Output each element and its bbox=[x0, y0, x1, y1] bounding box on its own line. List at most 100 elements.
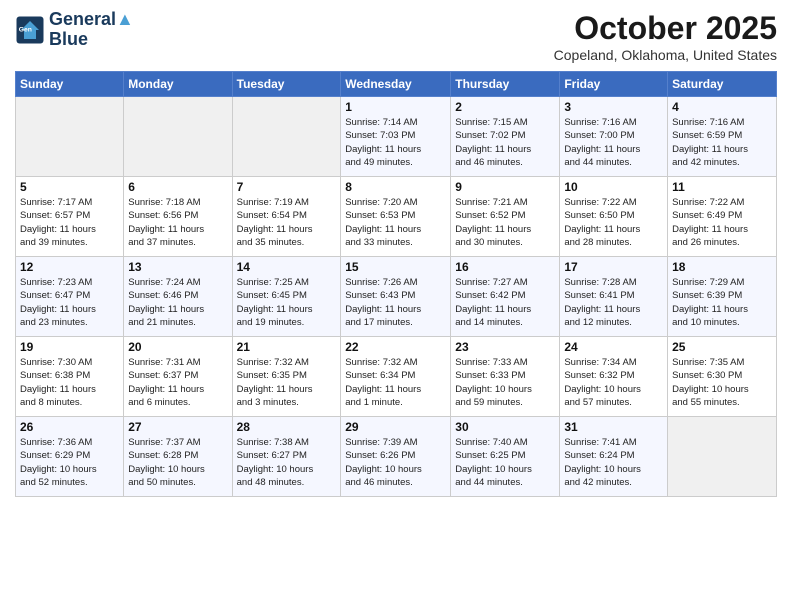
day-cell: 18Sunrise: 7:29 AM Sunset: 6:39 PM Dayli… bbox=[668, 257, 777, 337]
day-info: Sunrise: 7:18 AM Sunset: 6:56 PM Dayligh… bbox=[128, 196, 227, 249]
day-number: 31 bbox=[564, 420, 663, 434]
day-cell: 2 Sunrise: 7:15 AM Sunset: 7:02 PM Daylig… bbox=[451, 97, 560, 177]
day-info: Sunrise: 7:26 AM Sunset: 6:43 PM Dayligh… bbox=[345, 276, 446, 329]
day-cell: 13Sunrise: 7:24 AM Sunset: 6:46 PM Dayli… bbox=[124, 257, 232, 337]
calendar-table: Sunday Monday Tuesday Wednesday Thursday… bbox=[15, 71, 777, 497]
week-row-4: 19 Sunrise: 7:30 AM Sunset: 6:38 PM Dayli… bbox=[16, 337, 777, 417]
day-info: Sunrise: 7:31 AM Sunset: 6:37 PM Dayligh… bbox=[128, 356, 227, 409]
day-info: Sunrise: 7:40 AM Sunset: 6:25 PM Dayligh… bbox=[455, 436, 555, 489]
day-info: Sunrise: 7:30 AM Sunset: 6:38 PM Dayligh… bbox=[20, 356, 119, 409]
day-number: 4 bbox=[672, 100, 772, 114]
header-saturday: Saturday bbox=[668, 72, 777, 97]
day-number: 10 bbox=[564, 180, 663, 194]
day-cell bbox=[124, 97, 232, 177]
day-info: Sunrise: 7:41 AM Sunset: 6:24 PM Dayligh… bbox=[564, 436, 663, 489]
day-info: Sunrise: 7:23 AM Sunset: 6:47 PM Dayligh… bbox=[20, 276, 119, 329]
day-cell: 12 Sunrise: 7:23 AM Sunset: 6:47 PM Dayli… bbox=[16, 257, 124, 337]
day-info: Sunrise: 7:28 AM Sunset: 6:41 PM Dayligh… bbox=[564, 276, 663, 329]
day-number: 24 bbox=[564, 340, 663, 354]
day-info: Sunrise: 7:37 AM Sunset: 6:28 PM Dayligh… bbox=[128, 436, 227, 489]
day-number: 29 bbox=[345, 420, 446, 434]
header-sunday: Sunday bbox=[16, 72, 124, 97]
day-number: 16 bbox=[455, 260, 555, 274]
day-cell bbox=[16, 97, 124, 177]
day-info: Sunrise: 7:27 AM Sunset: 6:42 PM Dayligh… bbox=[455, 276, 555, 329]
day-cell: 20 Sunrise: 7:31 AM Sunset: 6:37 PM Dayli… bbox=[124, 337, 232, 417]
day-number: 12 bbox=[20, 260, 119, 274]
day-number: 18 bbox=[672, 260, 772, 274]
header-thursday: Thursday bbox=[451, 72, 560, 97]
day-info: Sunrise: 7:39 AM Sunset: 6:26 PM Dayligh… bbox=[345, 436, 446, 489]
day-number: 11 bbox=[672, 180, 772, 194]
day-number: 28 bbox=[237, 420, 337, 434]
svg-text:Gen: Gen bbox=[19, 26, 32, 33]
day-number: 19 bbox=[20, 340, 119, 354]
day-cell: 5 Sunrise: 7:17 AM Sunset: 6:57 PM Daylig… bbox=[16, 177, 124, 257]
week-row-5: 26Sunrise: 7:36 AM Sunset: 6:29 PM Dayli… bbox=[16, 417, 777, 497]
day-cell: 1 Sunrise: 7:14 AM Sunset: 7:03 PM Daylig… bbox=[341, 97, 451, 177]
day-number: 5 bbox=[20, 180, 119, 194]
day-info: Sunrise: 7:32 AM Sunset: 6:35 PM Dayligh… bbox=[237, 356, 337, 409]
day-number: 27 bbox=[128, 420, 227, 434]
day-info: Sunrise: 7:22 AM Sunset: 6:50 PM Dayligh… bbox=[564, 196, 663, 249]
day-number: 2 bbox=[455, 100, 555, 114]
header-friday: Friday bbox=[560, 72, 668, 97]
day-cell: 4 Sunrise: 7:16 AM Sunset: 6:59 PM Daylig… bbox=[668, 97, 777, 177]
day-number: 21 bbox=[237, 340, 337, 354]
day-info: Sunrise: 7:19 AM Sunset: 6:54 PM Dayligh… bbox=[237, 196, 337, 249]
day-cell: 9Sunrise: 7:21 AM Sunset: 6:52 PM Daylig… bbox=[451, 177, 560, 257]
month-title: October 2025 bbox=[554, 10, 777, 47]
calendar-header-row: Sunday Monday Tuesday Wednesday Thursday… bbox=[16, 72, 777, 97]
location: Copeland, Oklahoma, United States bbox=[554, 47, 777, 63]
day-info: Sunrise: 7:24 AM Sunset: 6:46 PM Dayligh… bbox=[128, 276, 227, 329]
day-cell: 31 Sunrise: 7:41 AM Sunset: 6:24 PM Dayli… bbox=[560, 417, 668, 497]
day-info: Sunrise: 7:32 AM Sunset: 6:34 PM Dayligh… bbox=[345, 356, 446, 409]
day-info: Sunrise: 7:14 AM Sunset: 7:03 PM Dayligh… bbox=[345, 116, 446, 169]
day-cell: 14Sunrise: 7:25 AM Sunset: 6:45 PM Dayli… bbox=[232, 257, 341, 337]
day-cell: 28 Sunrise: 7:38 AM Sunset: 6:27 PM Dayli… bbox=[232, 417, 341, 497]
day-cell: 29 Sunrise: 7:39 AM Sunset: 6:26 PM Dayli… bbox=[341, 417, 451, 497]
day-cell: 15 Sunrise: 7:26 AM Sunset: 6:43 PM Dayli… bbox=[341, 257, 451, 337]
page-container: Gen General▲Blue October 2025 Copeland, … bbox=[0, 0, 792, 507]
day-cell: 21 Sunrise: 7:32 AM Sunset: 6:35 PM Dayli… bbox=[232, 337, 341, 417]
day-info: Sunrise: 7:33 AM Sunset: 6:33 PM Dayligh… bbox=[455, 356, 555, 409]
day-number: 20 bbox=[128, 340, 227, 354]
day-number: 23 bbox=[455, 340, 555, 354]
week-row-2: 5 Sunrise: 7:17 AM Sunset: 6:57 PM Daylig… bbox=[16, 177, 777, 257]
day-number: 7 bbox=[237, 180, 337, 194]
day-info: Sunrise: 7:16 AM Sunset: 6:59 PM Dayligh… bbox=[672, 116, 772, 169]
day-cell: 26Sunrise: 7:36 AM Sunset: 6:29 PM Dayli… bbox=[16, 417, 124, 497]
week-row-3: 12 Sunrise: 7:23 AM Sunset: 6:47 PM Dayli… bbox=[16, 257, 777, 337]
day-cell: 16 Sunrise: 7:27 AM Sunset: 6:42 PM Dayli… bbox=[451, 257, 560, 337]
day-info: Sunrise: 7:15 AM Sunset: 7:02 PM Dayligh… bbox=[455, 116, 555, 169]
day-cell bbox=[232, 97, 341, 177]
day-number: 17 bbox=[564, 260, 663, 274]
day-number: 1 bbox=[345, 100, 446, 114]
logo-text: General▲Blue bbox=[49, 10, 134, 50]
day-number: 14 bbox=[237, 260, 337, 274]
day-cell: 30 Sunrise: 7:40 AM Sunset: 6:25 PM Dayli… bbox=[451, 417, 560, 497]
day-cell: 19 Sunrise: 7:30 AM Sunset: 6:38 PM Dayli… bbox=[16, 337, 124, 417]
day-info: Sunrise: 7:17 AM Sunset: 6:57 PM Dayligh… bbox=[20, 196, 119, 249]
day-number: 15 bbox=[345, 260, 446, 274]
header-wednesday: Wednesday bbox=[341, 72, 451, 97]
header-monday: Monday bbox=[124, 72, 232, 97]
day-cell: 23 Sunrise: 7:33 AM Sunset: 6:33 PM Dayli… bbox=[451, 337, 560, 417]
day-cell: 8Sunrise: 7:20 AM Sunset: 6:53 PM Daylig… bbox=[341, 177, 451, 257]
day-cell: 27 Sunrise: 7:37 AM Sunset: 6:28 PM Dayli… bbox=[124, 417, 232, 497]
day-info: Sunrise: 7:35 AM Sunset: 6:30 PM Dayligh… bbox=[672, 356, 772, 409]
day-cell: 3Sunrise: 7:16 AM Sunset: 7:00 PM Daylig… bbox=[560, 97, 668, 177]
logo: Gen General▲Blue bbox=[15, 10, 134, 50]
header-tuesday: Tuesday bbox=[232, 72, 341, 97]
day-info: Sunrise: 7:38 AM Sunset: 6:27 PM Dayligh… bbox=[237, 436, 337, 489]
day-info: Sunrise: 7:21 AM Sunset: 6:52 PM Dayligh… bbox=[455, 196, 555, 249]
day-number: 30 bbox=[455, 420, 555, 434]
day-cell: 17 Sunrise: 7:28 AM Sunset: 6:41 PM Dayli… bbox=[560, 257, 668, 337]
week-row-1: 1 Sunrise: 7:14 AM Sunset: 7:03 PM Daylig… bbox=[16, 97, 777, 177]
day-info: Sunrise: 7:20 AM Sunset: 6:53 PM Dayligh… bbox=[345, 196, 446, 249]
day-number: 6 bbox=[128, 180, 227, 194]
day-cell: 24 Sunrise: 7:34 AM Sunset: 6:32 PM Dayli… bbox=[560, 337, 668, 417]
day-number: 3 bbox=[564, 100, 663, 114]
logo-icon: Gen bbox=[15, 15, 45, 45]
day-info: Sunrise: 7:34 AM Sunset: 6:32 PM Dayligh… bbox=[564, 356, 663, 409]
